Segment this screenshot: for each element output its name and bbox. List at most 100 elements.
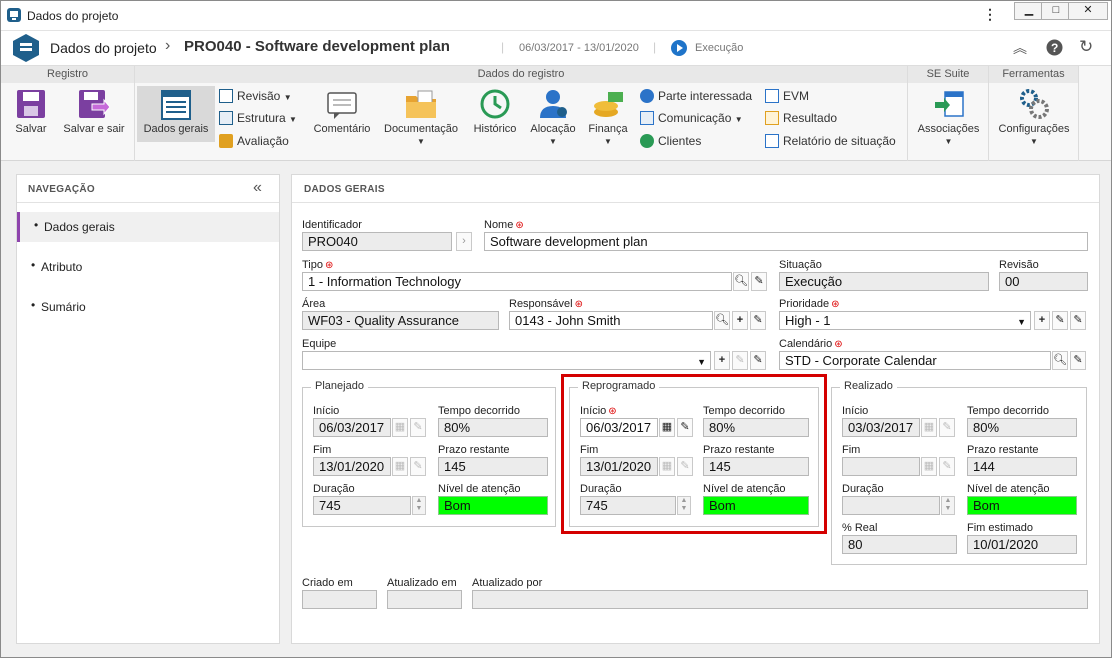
replanned-legend: Reprogramado xyxy=(578,380,660,392)
chevron-down-icon: ▼ xyxy=(289,115,297,124)
group-title: Ferramentas xyxy=(989,66,1078,83)
clients-icon xyxy=(640,134,654,148)
actual-real-field: 80 xyxy=(842,535,957,554)
clear-icon[interactable]: ✎ xyxy=(751,272,767,291)
documentation-icon xyxy=(406,90,436,118)
revision-label: Revisão xyxy=(999,259,1039,271)
separator: | xyxy=(501,40,505,54)
more-options-icon[interactable]: ⋮ xyxy=(983,6,997,23)
replanned-end-label: Fim xyxy=(580,444,599,456)
maximize-button[interactable]: □ xyxy=(1041,2,1071,20)
ribbon-group-registro: Registro Salvar Salvar e sair xyxy=(1,66,135,161)
revision-label: Revisão xyxy=(237,89,281,103)
identifier-field[interactable]: PRO040 xyxy=(302,232,452,251)
calendar-field[interactable]: STD - Corporate Calendar xyxy=(779,351,1051,370)
stakeholder-button[interactable]: Parte interessada xyxy=(640,89,752,103)
planned-fieldset: Planejado Início 06/03/2017 ▦ ✎ Tempo de… xyxy=(302,380,556,527)
save-exit-button[interactable]: Salvar e sair xyxy=(61,88,127,135)
dropdown-arrow-icon: ▼ xyxy=(697,357,706,367)
structure-menu[interactable]: Estrutura ▼ xyxy=(219,111,297,125)
documentation-button[interactable]: Documentação ▼ xyxy=(383,88,459,147)
search-icon[interactable]: 🔍︎ xyxy=(733,272,749,291)
planned-remaining-label: Prazo restante xyxy=(438,444,510,456)
team-label: Equipe xyxy=(302,338,337,350)
report-chart-icon xyxy=(765,134,779,148)
clear-icon[interactable]: ✎ xyxy=(1070,311,1086,330)
edit-icon[interactable]: ✎ xyxy=(1052,311,1068,330)
clients-label: Clientes xyxy=(658,134,702,148)
group-title: Dados do registro xyxy=(135,66,907,83)
status-report-button[interactable]: Relatório de situação xyxy=(765,134,896,148)
communication-menu[interactable]: Comunicação ▼ xyxy=(640,111,743,125)
chevron-down-icon: ▼ xyxy=(549,137,557,146)
add-icon[interactable]: + xyxy=(1034,311,1050,330)
finance-label: Finança xyxy=(588,123,628,135)
save-button[interactable]: Salvar xyxy=(9,88,53,135)
nav-item-sumario[interactable]: • Sumário xyxy=(17,292,279,322)
ribbon-group-ferramentas: Ferramentas Configurações ▼ xyxy=(989,66,1079,161)
clear-icon[interactable]: ✎ xyxy=(750,351,766,370)
priority-select[interactable]: High - 1 ▼ xyxy=(779,311,1031,330)
nav-item-atributo[interactable]: • Atributo xyxy=(17,252,279,282)
evm-button[interactable]: EVM xyxy=(765,89,809,103)
save-icon xyxy=(17,90,45,118)
result-button[interactable]: Resultado xyxy=(765,111,837,125)
search-icon[interactable]: 🔍︎ xyxy=(1052,351,1068,370)
calendar-label-text: Calendário xyxy=(779,338,833,350)
clear-icon[interactable]: ✎ xyxy=(1070,351,1086,370)
type-field[interactable]: 1 - Information Technology xyxy=(302,272,732,291)
spinner-icon: ▲ ▼ xyxy=(677,496,691,515)
chevron-down-icon: ▼ xyxy=(283,93,292,102)
documentation-label: Documentação xyxy=(384,123,458,135)
revision-menu[interactable]: Revisão ▼ xyxy=(219,89,292,103)
general-data-label: Dados gerais xyxy=(143,123,209,135)
replanned-remaining-label: Prazo restante xyxy=(703,444,775,456)
communication-icon xyxy=(640,111,654,125)
associations-button[interactable]: Associações ▼ xyxy=(910,88,987,147)
finance-button[interactable]: Finança ▼ xyxy=(583,88,633,147)
allocation-button[interactable]: Alocação ▼ xyxy=(525,88,581,147)
comment-button[interactable]: Comentário xyxy=(307,90,377,135)
help-icon[interactable]: ? xyxy=(1046,39,1063,56)
required-icon: ⊛ xyxy=(831,299,840,310)
add-icon[interactable]: + xyxy=(714,351,730,370)
general-data-button[interactable]: Dados gerais xyxy=(137,86,215,142)
module-name[interactable]: Dados do projeto xyxy=(50,40,157,56)
clients-button[interactable]: Clientes xyxy=(640,134,701,148)
calendar-icon: ▦ xyxy=(659,457,675,476)
chevron-right-icon[interactable]: › xyxy=(456,232,472,251)
responsible-field[interactable]: 0143 - John Smith xyxy=(509,311,713,330)
settings-button[interactable]: Configurações ▼ xyxy=(991,88,1077,147)
chevron-down-icon: ▼ xyxy=(944,137,953,146)
collapse-panel-icon[interactable]: « xyxy=(253,179,262,197)
collapse-icon[interactable]: ︽ xyxy=(1013,38,1027,58)
replanned-attention-field: Bom xyxy=(703,496,809,515)
minimize-button[interactable]: ▁ xyxy=(1014,2,1044,20)
calendar-icon[interactable]: ▦ xyxy=(659,418,675,437)
close-button[interactable]: ✕ xyxy=(1068,2,1108,20)
gear-icon xyxy=(1020,89,1049,119)
team-select[interactable]: ▼ xyxy=(302,351,711,370)
actual-remaining-field: 144 xyxy=(967,457,1077,476)
actual-elapsed-label: Tempo decorrido xyxy=(967,405,1049,417)
actual-fieldset: Realizado Início 03/03/2017 ▦ ✎ Tempo de… xyxy=(831,380,1087,565)
stakeholder-label: Parte interessada xyxy=(658,89,753,103)
svg-text:?: ? xyxy=(1051,41,1058,55)
search-icon[interactable]: 🔍︎ xyxy=(714,311,730,330)
title-bar: Dados do projeto ⋮ ▁ □ ✕ xyxy=(1,1,1111,31)
nav-item-dados-gerais[interactable]: • Dados gerais xyxy=(17,212,279,242)
clear-icon[interactable]: ✎ xyxy=(750,311,766,330)
general-data-icon xyxy=(161,90,191,120)
replanned-start-field[interactable]: 06/03/2017 xyxy=(580,418,658,437)
group-title: Registro xyxy=(1,66,134,83)
refresh-icon[interactable]: ↻ xyxy=(1079,37,1093,57)
required-icon: ⊛ xyxy=(574,299,583,310)
add-icon[interactable]: + xyxy=(732,311,748,330)
name-label: Nome ⊛ xyxy=(484,219,524,231)
clear-icon[interactable]: ✎ xyxy=(677,418,693,437)
name-field[interactable]: Software development plan xyxy=(484,232,1088,251)
evaluation-button[interactable]: Avaliação xyxy=(219,134,289,148)
history-button[interactable]: Histórico xyxy=(467,88,523,135)
situation-field: Execução xyxy=(779,272,989,291)
general-data-panel: DADOS GERAIS Identificador PRO040 › Nome… xyxy=(291,174,1100,644)
